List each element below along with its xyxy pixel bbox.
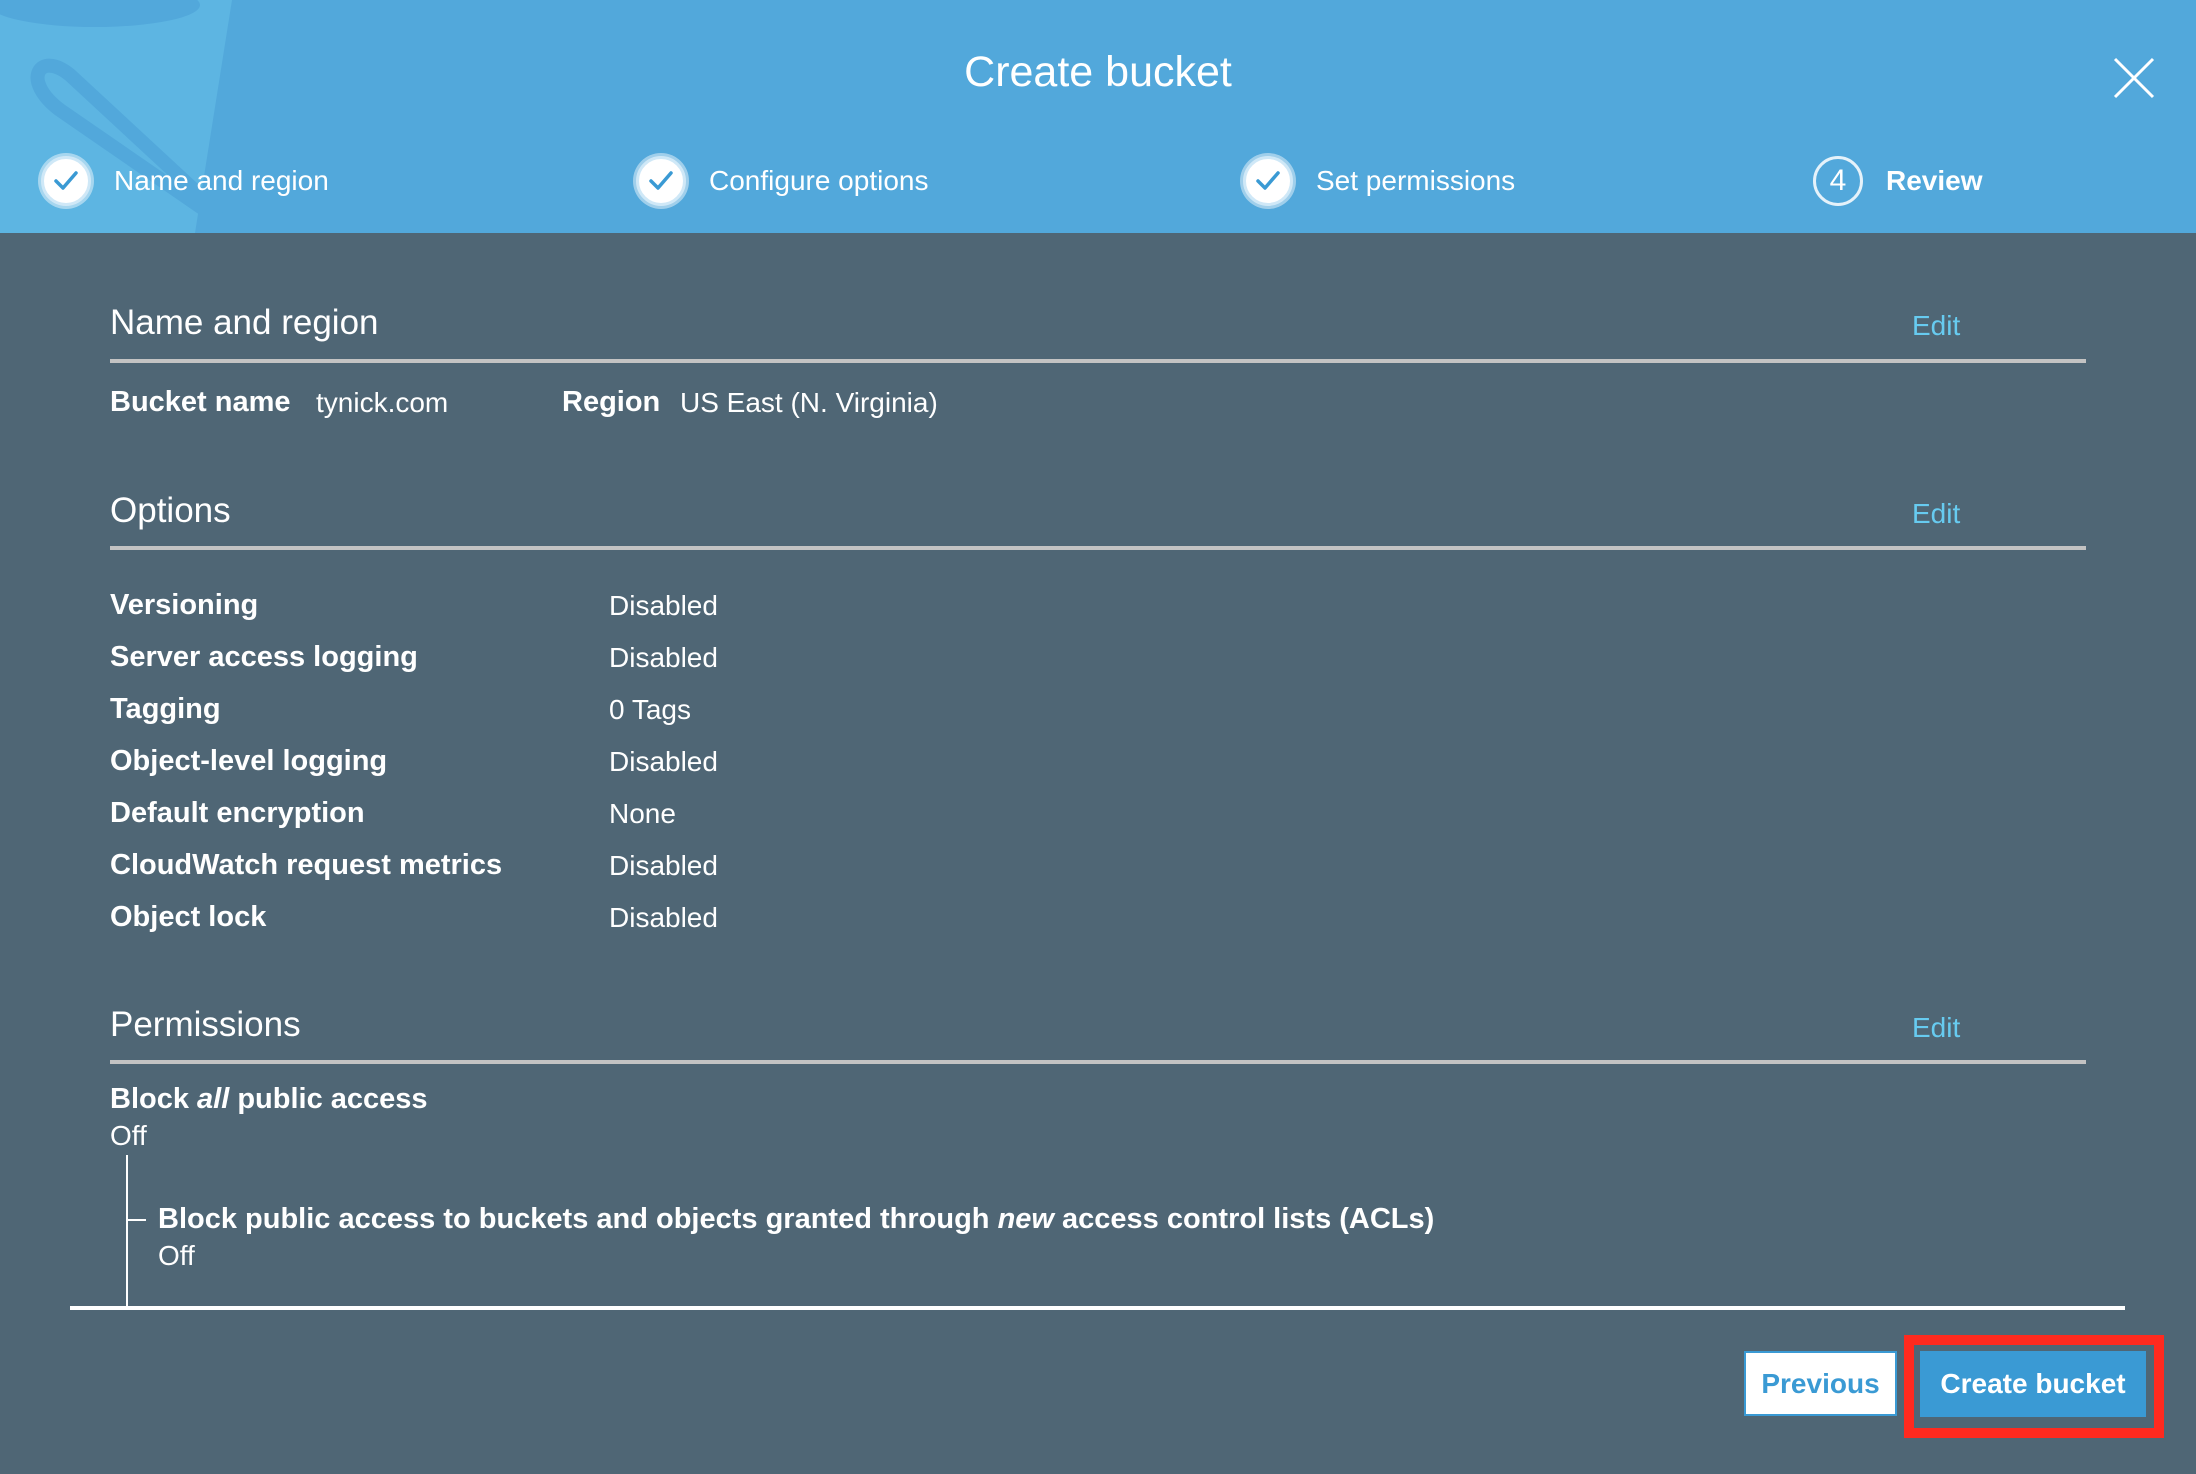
block-new-acls-value: Off [158, 1240, 195, 1271]
label-text: Block [110, 1083, 198, 1115]
option-value-cloudwatch-metrics: Disabled [609, 850, 718, 881]
option-label-default-encryption: Default encryption [110, 797, 365, 829]
section-divider [110, 546, 2086, 550]
block-all-public-access-value: Off [110, 1120, 147, 1151]
step-label: Name and region [114, 165, 329, 196]
step-review[interactable]: 4 Review [1813, 153, 1983, 209]
section-heading-permissions: Permissions [110, 1005, 301, 1044]
tree-connector-line [126, 1155, 128, 1308]
close-icon[interactable] [2112, 56, 2156, 100]
region-value: US East (N. Virginia) [680, 387, 938, 418]
label-text: access control lists (ACLs) [1053, 1203, 1435, 1235]
option-label-versioning: Versioning [110, 589, 259, 621]
check-icon [636, 156, 686, 206]
region-label: Region [562, 386, 661, 418]
step-label: Configure options [709, 165, 929, 196]
step-name-and-region[interactable]: Name and region [41, 153, 329, 209]
edit-options-link[interactable]: Edit [1912, 498, 1960, 530]
option-value-object-level-logging: Disabled [609, 746, 718, 777]
option-label-tagging: Tagging [110, 693, 221, 725]
check-icon [41, 156, 91, 206]
option-value-versioning: Disabled [609, 590, 718, 621]
step-number-icon: 4 [1813, 156, 1863, 206]
dialog-title: Create bucket [964, 48, 1232, 96]
option-label-object-lock: Object lock [110, 901, 267, 933]
footer-divider [70, 1306, 2125, 1310]
step-set-permissions[interactable]: Set permissions [1243, 153, 1515, 209]
option-value-default-encryption: None [609, 798, 676, 829]
label-text: public access [229, 1083, 428, 1115]
option-label-cloudwatch-metrics: CloudWatch request metrics [110, 849, 503, 881]
section-heading-name-region: Name and region [110, 303, 379, 342]
step-label: Set permissions [1316, 165, 1516, 196]
block-new-acls-label: Block public access to buckets and objec… [158, 1203, 1434, 1236]
option-label-object-level-logging: Object-level logging [110, 745, 388, 777]
block-all-public-access-label: Block all public access [110, 1083, 428, 1116]
step-label: Review [1886, 165, 1983, 196]
tree-branch-line [128, 1219, 146, 1221]
option-label-server-access-logging: Server access logging [110, 641, 418, 673]
step-configure-options[interactable]: Configure options [636, 153, 928, 209]
label-emphasis: all [197, 1083, 230, 1115]
bucket-name-label: Bucket name [110, 386, 291, 418]
section-divider [110, 359, 2086, 363]
label-emphasis: new [997, 1203, 1054, 1235]
option-value-server-access-logging: Disabled [609, 642, 718, 673]
label-text: Block public access to buckets and objec… [158, 1203, 998, 1235]
section-heading-options: Options [110, 491, 231, 530]
section-divider [110, 1060, 2086, 1064]
bucket-name-value: tynick.com [316, 387, 449, 418]
option-value-object-lock: Disabled [609, 902, 718, 933]
edit-name-region-link[interactable]: Edit [1912, 310, 1960, 342]
edit-permissions-link[interactable]: Edit [1912, 1012, 1960, 1044]
previous-button[interactable]: Previous [1744, 1351, 1897, 1416]
highlight-annotation-box [1904, 1335, 2164, 1438]
option-value-tagging: 0 Tags [609, 694, 691, 725]
check-icon [1243, 156, 1293, 206]
wizard-header: Create bucket Name and region Configure … [0, 0, 2196, 233]
